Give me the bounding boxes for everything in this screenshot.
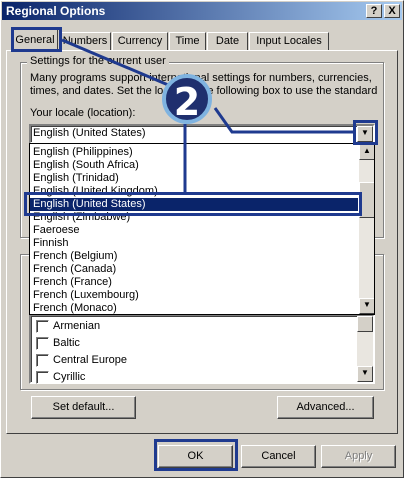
language-listbox[interactable]: Armenian Baltic Central Europe Cyrillic … <box>29 314 375 384</box>
settings-group-label: Settings for the current user <box>27 55 169 67</box>
scroll-thumb[interactable] <box>359 182 374 218</box>
checkbox[interactable] <box>36 354 49 367</box>
list-item[interactable]: French (Luxembourg) <box>33 289 139 302</box>
tab-general[interactable]: General <box>12 29 58 51</box>
language-label: Baltic <box>53 337 80 349</box>
list-item[interactable]: English (Trinidad) <box>33 172 119 185</box>
list-item[interactable]: Faeroese <box>33 224 79 237</box>
cancel-button[interactable]: Cancel <box>241 445 316 468</box>
scroll-thumb[interactable] <box>357 316 373 332</box>
chevron-up-icon: ▲ <box>363 146 371 155</box>
list-item[interactable]: French (Belgium) <box>33 250 117 263</box>
checkbox[interactable] <box>36 337 49 350</box>
locale-label: Your locale (location): <box>30 107 136 119</box>
chevron-down-icon: ▼ <box>363 300 371 309</box>
list-item[interactable]: French (Canada) <box>33 263 116 276</box>
dropdown-arrow-button[interactable]: ▼ <box>357 126 373 142</box>
window-title: Regional Options <box>6 4 106 18</box>
tab-time[interactable]: Time <box>169 32 206 50</box>
tab-currency[interactable]: Currency <box>112 32 168 50</box>
scroll-up-button[interactable]: ▲ <box>359 144 374 160</box>
checkbox[interactable] <box>36 371 49 384</box>
scroll-down-button[interactable]: ▼ <box>359 298 374 314</box>
dropdown-scrollbar[interactable]: ▲ ▼ <box>359 144 374 314</box>
list-item[interactable]: French (France) <box>33 276 112 289</box>
list-item[interactable]: English (Philippines) <box>33 146 133 159</box>
list-item[interactable]: Finnish <box>33 237 68 250</box>
list-item[interactable]: English (Zimbabwe) <box>33 211 130 224</box>
list-item[interactable]: French (Monaco) <box>33 302 117 314</box>
help-button[interactable]: ? <box>366 4 382 18</box>
scroll-down-button[interactable]: ▼ <box>357 366 373 382</box>
language-label: Central Europe <box>53 354 127 366</box>
checkbox[interactable] <box>36 320 49 333</box>
close-button[interactable]: X <box>384 4 400 18</box>
chevron-down-icon: ▼ <box>361 368 369 377</box>
list-item[interactable]: English (United Kingdom) <box>33 185 158 198</box>
set-default-button[interactable]: Set default... <box>31 396 136 419</box>
title-bar[interactable]: Regional Options ? X <box>2 2 402 20</box>
tab-date[interactable]: Date <box>207 32 248 50</box>
list-item-selected[interactable]: English (United States) <box>30 198 358 211</box>
chevron-down-icon: ▼ <box>361 128 369 137</box>
tab-numbers[interactable]: Numbers <box>59 32 111 50</box>
tab-input-locales[interactable]: Input Locales <box>249 32 329 50</box>
language-label: Armenian <box>53 320 101 332</box>
language-label: Cyrillic <box>53 371 86 383</box>
locale-dropdown-list[interactable]: English (Philippines) English (South Afr… <box>29 143 375 315</box>
ok-button[interactable]: OK <box>158 445 233 468</box>
list-item[interactable]: English (South Africa) <box>33 159 139 172</box>
advanced-button[interactable]: Advanced... <box>277 396 374 419</box>
language-scrollbar[interactable]: ▼ <box>357 316 373 382</box>
step-number-badge: 2 <box>162 74 212 124</box>
apply-button[interactable]: Apply <box>321 445 396 468</box>
locale-combobox-value: English (United States) <box>33 127 146 139</box>
locale-combobox[interactable]: English (United States) ▼ <box>29 124 375 144</box>
